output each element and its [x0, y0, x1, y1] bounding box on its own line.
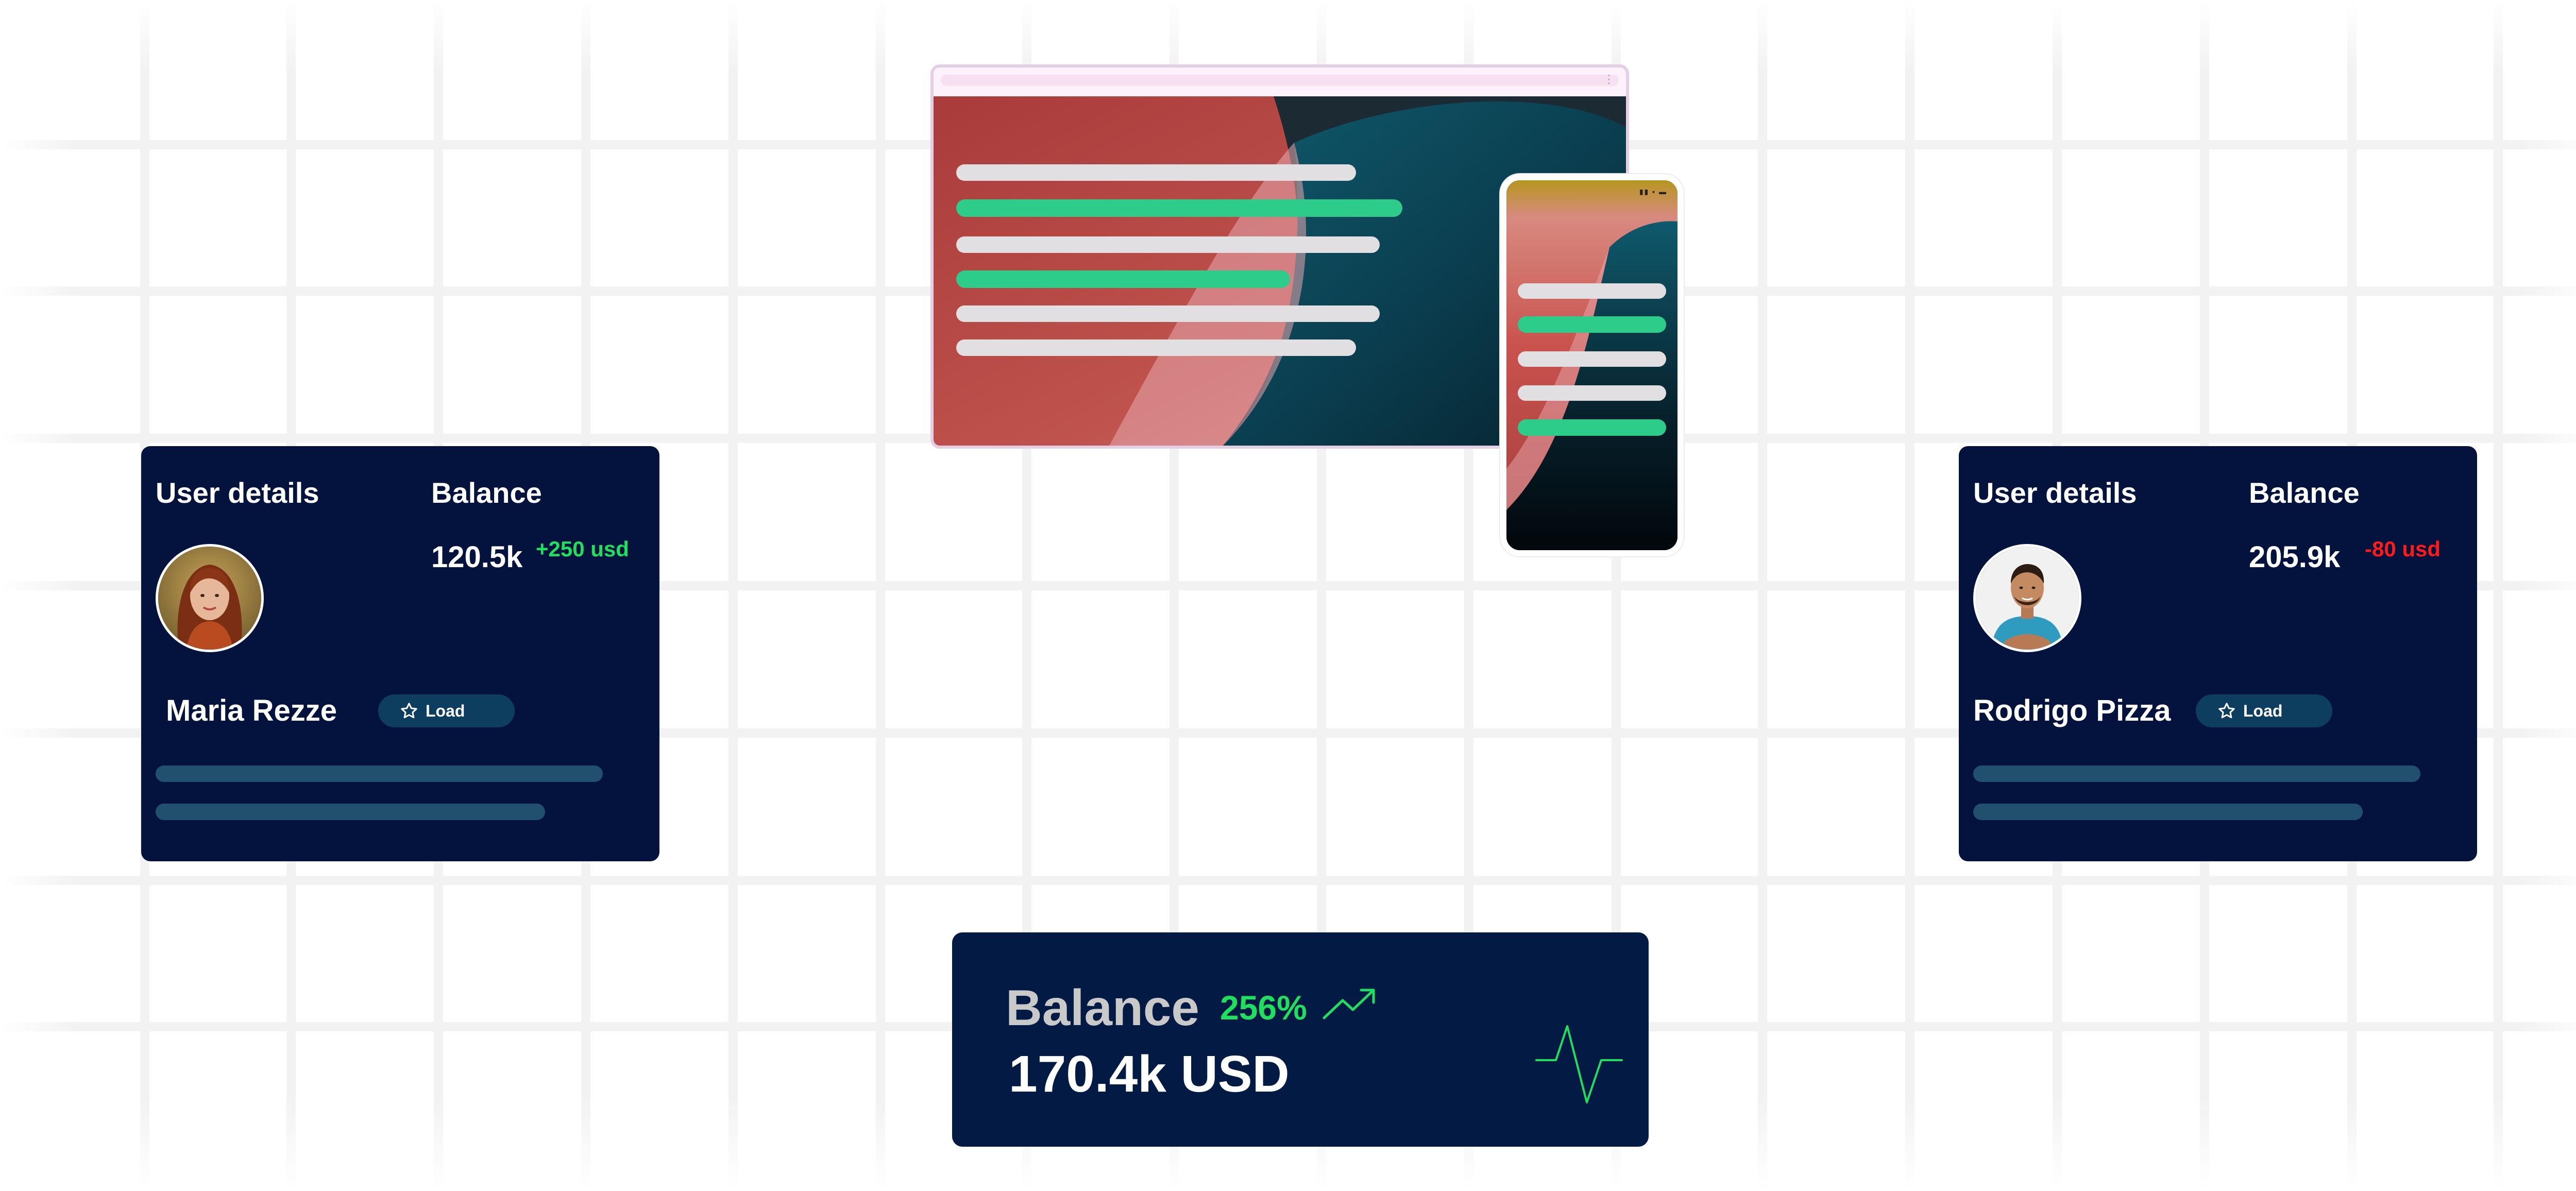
content-line-highlight: [1518, 419, 1666, 436]
balance-amount: 205.9k: [2249, 540, 2341, 574]
load-button[interactable]: Load: [378, 694, 515, 727]
content-line-highlight: [956, 199, 1402, 217]
balance-title: Balance: [2249, 477, 2360, 509]
placeholder-bar: [1973, 804, 2363, 820]
woman-portrait-avatar-icon: [158, 547, 261, 650]
user-card-maria: User details Balance 120.5k +250 usd Mar…: [141, 446, 659, 861]
load-button-label: Load: [426, 701, 465, 720]
user-card-rodrigo: User details Balance 205.9k -80 usd Rodr…: [1959, 446, 2477, 861]
load-button[interactable]: Load: [2196, 694, 2332, 727]
user-details-title: User details: [1973, 477, 2137, 509]
man-portrait-avatar-icon: [1976, 547, 2079, 650]
balance-percent: 256%: [1220, 989, 1307, 1027]
balance-widget: Balance 256% 170.4k USD: [952, 932, 1649, 1147]
content-line-highlight: [1518, 316, 1666, 333]
phone-mockup: ▮▮ ▪ ▬: [1500, 174, 1684, 556]
status-icons: ▮▮ ▪ ▬: [1639, 188, 1667, 196]
placeholder-bar: [156, 765, 603, 782]
address-bar: [941, 75, 1619, 86]
content-line-highlight: [956, 270, 1290, 288]
menu-dots-icon: ⋮: [1603, 73, 1615, 86]
balance-delta: -80 usd: [2365, 537, 2441, 561]
balance-title: Balance: [431, 477, 542, 509]
star-icon: [2218, 703, 2235, 719]
content-line: [1518, 351, 1666, 367]
balance-widget-amount: 170.4k USD: [1009, 1045, 1290, 1103]
placeholder-bar: [1973, 765, 2420, 782]
avatar: [156, 544, 264, 652]
content-line: [1518, 385, 1666, 401]
load-button-label: Load: [2243, 701, 2283, 720]
content-line: [956, 164, 1356, 181]
content-line: [956, 339, 1356, 356]
content-line: [1518, 283, 1666, 299]
user-details-title: User details: [156, 477, 319, 509]
avatar: [1973, 544, 2081, 652]
star-icon: [401, 703, 417, 719]
balance-amount: 120.5k: [431, 540, 523, 574]
trend-up-icon: [1323, 989, 1375, 1019]
placeholder-bar: [156, 804, 545, 820]
user-name: Rodrigo Pizza: [1973, 694, 2171, 727]
pulse-icon: [1535, 1025, 1623, 1103]
content-line: [956, 305, 1380, 322]
balance-widget-title: Balance: [1006, 979, 1199, 1036]
user-name: Maria Rezze: [166, 694, 337, 727]
content-line: [956, 236, 1380, 253]
balance-delta: +250 usd: [536, 537, 629, 561]
